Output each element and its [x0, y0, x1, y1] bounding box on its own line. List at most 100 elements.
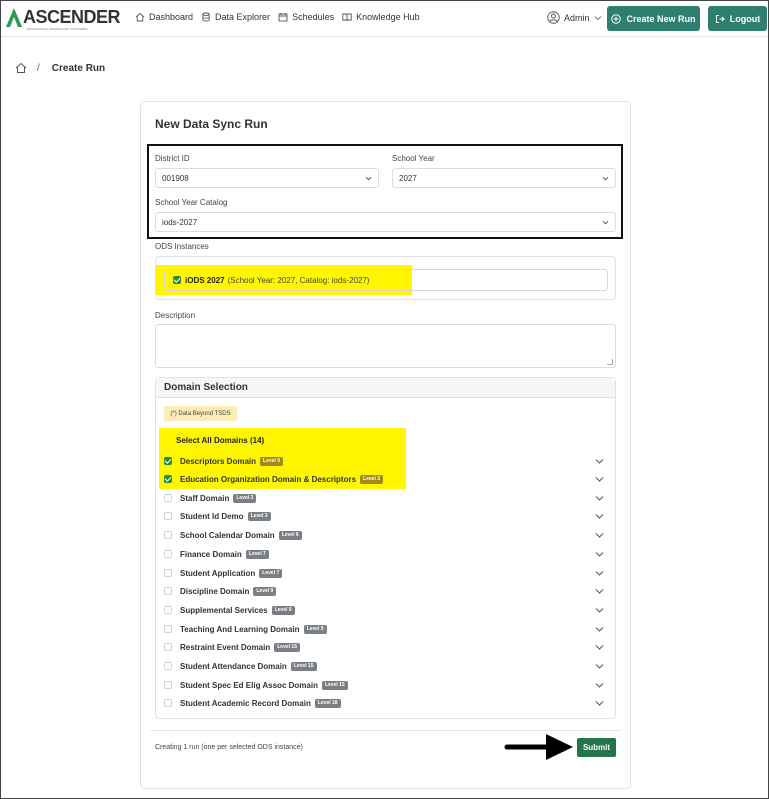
user-menu[interactable]: Admin: [547, 11, 606, 24]
chevron-down-icon[interactable]: [595, 662, 604, 670]
domain-level-badge: Level 3: [360, 474, 383, 484]
chevron-down-icon[interactable]: [595, 587, 604, 595]
domain-row[interactable]: Student Attendance Domain Level 15: [164, 659, 604, 673]
school-year-catalog-select[interactable]: iods-2027: [155, 212, 616, 232]
chevron-down-icon[interactable]: [595, 569, 604, 577]
main-nav: Dashboard Data Explorer Schedules Knowle…: [135, 12, 428, 22]
chevron-down-icon[interactable]: [595, 625, 604, 633]
chevron-down-icon[interactable]: [595, 475, 604, 483]
ods-instance-item[interactable]: iODS 2027 (School Year: 2027, Catalog: i…: [164, 269, 608, 291]
domain-row[interactable]: Restraint Event Domain Level 15: [164, 640, 604, 654]
description-textarea[interactable]: [155, 324, 616, 368]
divider: [150, 730, 622, 731]
domain-row[interactable]: Student Application Level 7: [164, 566, 604, 580]
school-year-catalog-label: School Year Catalog: [155, 198, 228, 207]
district-id-select[interactable]: 001908: [155, 168, 379, 188]
domain-checkbox[interactable]: [164, 550, 172, 558]
chevron-down-icon[interactable]: [595, 681, 604, 689]
chevron-down-icon[interactable]: [595, 531, 604, 539]
domain-name: Descriptors Domain: [180, 456, 257, 466]
domain-checkbox[interactable]: [164, 662, 172, 670]
plus-circle-icon: [611, 13, 622, 24]
domain-checkbox[interactable]: [164, 606, 172, 614]
domain-name: Finance Domain: [180, 549, 242, 559]
nav-knowledge-hub[interactable]: Knowledge Hub: [342, 12, 420, 22]
domain-row[interactable]: School Calendar Domain Level 6: [164, 528, 604, 542]
chevron-down-icon[interactable]: [595, 550, 604, 558]
book-icon: [342, 13, 352, 22]
breadcrumb: / Create Run: [15, 62, 105, 74]
domain-row[interactable]: Descriptors Domain Level 0: [164, 454, 604, 468]
domain-name: Discipline Domain: [180, 586, 250, 596]
nav-data-explorer[interactable]: Data Explorer: [201, 12, 270, 22]
domain-checkbox[interactable]: [164, 587, 172, 595]
domain-checkbox[interactable]: [164, 494, 172, 502]
chevron-down-icon: [594, 15, 601, 20]
chevron-down-icon[interactable]: [595, 699, 604, 707]
logo-mark-icon: [6, 8, 22, 28]
domain-checkbox[interactable]: [164, 699, 172, 707]
domain-checkbox[interactable]: [164, 531, 172, 539]
chevron-down-icon[interactable]: [595, 457, 604, 465]
domain-name: Student Attendance Domain: [180, 661, 287, 671]
school-year-select[interactable]: 2027: [392, 168, 616, 188]
domain-row[interactable]: Finance Domain Level 7: [164, 547, 604, 561]
domain-row[interactable]: Staff Domain Level 3: [164, 491, 604, 505]
nav-dashboard[interactable]: Dashboard: [135, 12, 193, 22]
domain-name: Teaching And Learning Domain: [180, 624, 300, 634]
domain-checkbox[interactable]: [164, 569, 172, 577]
domain-row[interactable]: Discipline Domain Level 9: [164, 584, 604, 598]
top-navbar: ASCENDER EDUCATIONAL TECHNOLOGY SOFTWARE…: [1, 1, 768, 37]
ods-instance-meta: (School Year: 2027, Catalog: iods-2027): [227, 275, 370, 285]
submit-button[interactable]: Submit: [577, 738, 616, 757]
domain-checkbox[interactable]: [164, 512, 172, 520]
data-beyond-tsds-note: (*) Data Beyond TSDS: [164, 406, 237, 421]
ascender-logo[interactable]: ASCENDER EDUCATIONAL TECHNOLOGY SOFTWARE: [6, 7, 121, 31]
domain-checkbox[interactable]: [164, 681, 172, 689]
chevron-down-icon[interactable]: [595, 512, 604, 520]
nav-data-explorer-label: Data Explorer: [215, 12, 271, 22]
chevron-down-icon[interactable]: [595, 643, 604, 651]
description-label: Description: [155, 311, 196, 320]
domain-row[interactable]: Student Spec Ed Elig Assoc Domain Level 1…: [164, 678, 604, 692]
domain-name: Student Application: [180, 568, 256, 578]
logout-button[interactable]: Logout: [708, 6, 767, 31]
domain-row[interactable]: Education Organization Domain & Descript…: [164, 472, 604, 486]
resize-handle-icon[interactable]: [607, 359, 613, 365]
domain-row[interactable]: Student Academic Record Domain Level 18: [164, 696, 604, 710]
brand-tagline: EDUCATIONAL TECHNOLOGY SOFTWARE: [27, 27, 88, 31]
domain-checkbox[interactable]: [164, 457, 172, 465]
home-icon: [135, 12, 145, 22]
domain-name: Staff Domain: [180, 493, 230, 503]
select-all-domains[interactable]: Select All Domains (14): [176, 436, 264, 445]
domain-checkbox[interactable]: [164, 625, 172, 633]
ods-instances-label: ODS Instances: [155, 242, 209, 251]
user-name: Admin: [564, 12, 590, 23]
domain-level-badge: Level 9: [303, 624, 327, 634]
nav-dashboard-label: Dashboard: [149, 12, 194, 22]
domain-level-badge: Level 9: [253, 586, 277, 596]
nav-knowledge-hub-label: Knowledge Hub: [356, 12, 420, 22]
domain-checkbox[interactable]: [164, 475, 172, 483]
brand-name: ASCENDER: [23, 7, 121, 27]
school-year-catalog-value: iods-2027: [162, 217, 198, 227]
nav-schedules[interactable]: Schedules: [278, 12, 334, 22]
chevron-down-icon[interactable]: [595, 494, 604, 502]
domain-checkbox[interactable]: [164, 643, 172, 651]
ods-instance-checkbox[interactable]: [173, 276, 181, 284]
breadcrumb-current: Create Run: [51, 62, 106, 74]
domain-row[interactable]: Teaching And Learning Domain Level 9: [164, 622, 604, 636]
create-new-run-label: Create New Run: [626, 13, 696, 24]
domain-row[interactable]: Student Id Demo Level 3: [164, 509, 604, 523]
domain-name: Supplemental Services: [180, 605, 268, 615]
domain-level-badge: Level 6: [278, 530, 302, 540]
nav-schedules-label: Schedules: [292, 12, 335, 22]
school-year-label: School Year: [392, 154, 435, 163]
chevron-down-icon: [602, 176, 609, 181]
database-icon: [202, 12, 210, 22]
home-icon[interactable]: [15, 62, 27, 74]
domain-level-badge: Level 7: [259, 568, 283, 578]
chevron-down-icon[interactable]: [595, 606, 604, 614]
domain-row[interactable]: Supplemental Services Level 9: [164, 603, 604, 617]
create-new-run-button[interactable]: Create New Run: [607, 6, 700, 31]
